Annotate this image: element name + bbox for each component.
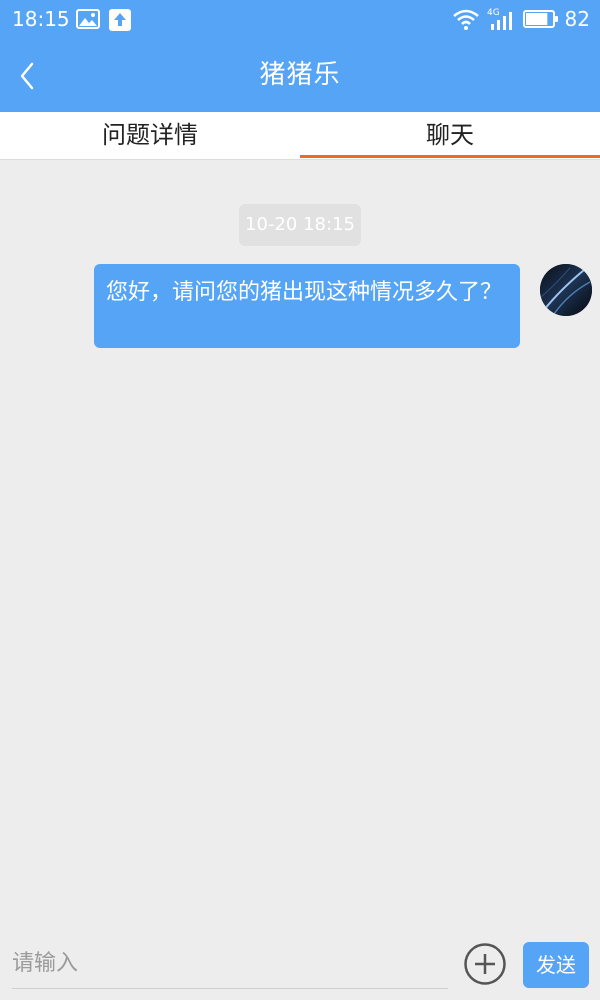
upload-icon <box>109 9 131 35</box>
status-bar: 18:15 4G 82 <box>0 0 600 40</box>
tab-question-details[interactable]: 问题详情 <box>0 112 300 160</box>
battery-percent: 82 <box>564 7 590 31</box>
status-time: 18:15 <box>12 7 70 31</box>
add-attachment-button[interactable] <box>463 942 507 986</box>
wifi-icon <box>453 8 479 34</box>
plus-circle-icon <box>463 943 507 990</box>
battery-icon <box>523 10 559 32</box>
message-input[interactable] <box>12 938 448 989</box>
tab-bar: 问题详情 聊天 <box>0 112 600 160</box>
send-button[interactable]: 发送 <box>523 942 589 988</box>
signal-icon <box>489 12 517 34</box>
message-bubble[interactable]: 您好，请问您的猪出现这种情况多久了？ <box>94 264 520 348</box>
page-title: 猪猪乐 <box>259 60 341 90</box>
chat-area[interactable]: 10-20 18:15 您好，请问您的猪出现这种情况多久了？ <box>0 160 600 932</box>
input-bar: 发送 <box>0 932 600 1000</box>
avatar[interactable] <box>540 264 592 316</box>
tab-chat[interactable]: 聊天 <box>300 112 600 160</box>
message-timestamp: 10-20 18:15 <box>239 204 361 246</box>
title-bar: 猪猪乐 <box>0 40 600 112</box>
image-icon <box>76 9 100 33</box>
active-tab-indicator <box>300 155 600 158</box>
